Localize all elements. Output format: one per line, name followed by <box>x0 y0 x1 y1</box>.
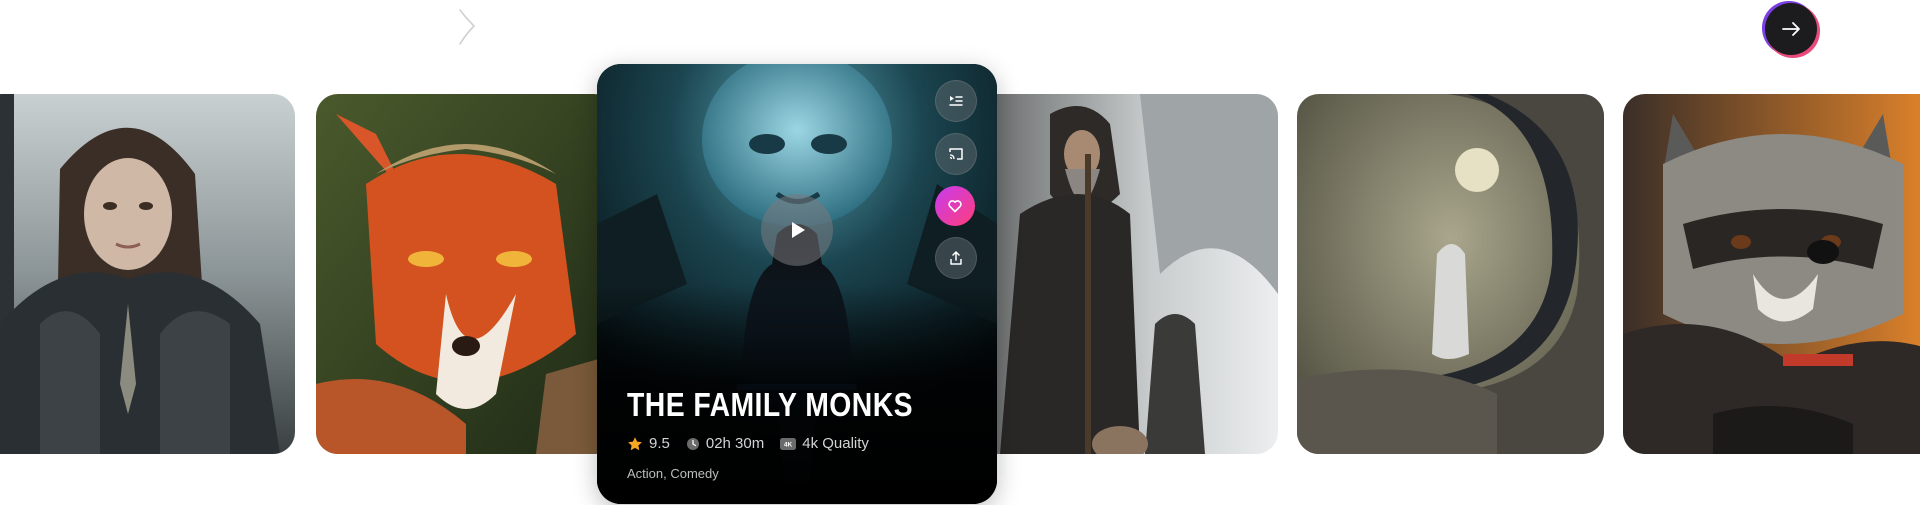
poster-image <box>1623 94 1920 454</box>
next-button[interactable] <box>1765 3 1817 55</box>
svg-text:4K: 4K <box>784 441 793 448</box>
share-icon <box>950 251 962 265</box>
star-icon <box>628 436 642 450</box>
clock-icon <box>686 437 699 450</box>
featured-actions <box>935 80 977 279</box>
duration: 02h 30m <box>686 435 764 452</box>
poster-image <box>960 94 1278 454</box>
movie-card-bearded-monks[interactable] <box>960 94 1278 454</box>
previous-button[interactable] <box>452 6 482 46</box>
favorite-button[interactable] <box>935 186 975 226</box>
play-button[interactable] <box>761 194 833 266</box>
movie-title: THE FAMILY MONKS <box>627 386 913 423</box>
add-to-list-icon <box>949 96 963 106</box>
add-to-list-button[interactable] <box>935 80 977 122</box>
movie-card-ghost-under-moon[interactable] <box>1297 94 1604 454</box>
4k-badge-icon: 4K <box>780 437 797 450</box>
quality-value: 4k Quality <box>802 435 869 452</box>
arrow-right-icon <box>1782 22 1800 36</box>
share-button[interactable] <box>935 237 977 279</box>
movie-meta: 9.5 02h 30m 4K 4k Quality <box>627 435 869 452</box>
quality: 4K 4k Quality <box>780 435 869 452</box>
heart-icon <box>948 200 962 213</box>
cast-button[interactable] <box>935 133 977 175</box>
duration-value: 02h 30m <box>705 435 765 452</box>
poster-image <box>1297 94 1604 454</box>
poster-image <box>0 94 295 454</box>
play-icon <box>792 222 805 238</box>
movie-genres: Action, Comedy <box>627 466 719 481</box>
movie-card-armored-woman[interactable] <box>0 94 295 454</box>
rating: 9.5 <box>627 435 670 452</box>
movie-card-raccoon[interactable] <box>1623 94 1920 454</box>
featured-movie-card[interactable]: THE FAMILY MONKS 9.5 02h 30m 4K 4k Quali… <box>597 64 997 504</box>
cast-icon <box>949 148 963 160</box>
chevron-left-thin-icon <box>459 9 476 45</box>
movie-card-fox-warrior[interactable] <box>316 94 616 454</box>
rating-value: 9.5 <box>649 435 670 452</box>
poster-image <box>316 94 616 454</box>
